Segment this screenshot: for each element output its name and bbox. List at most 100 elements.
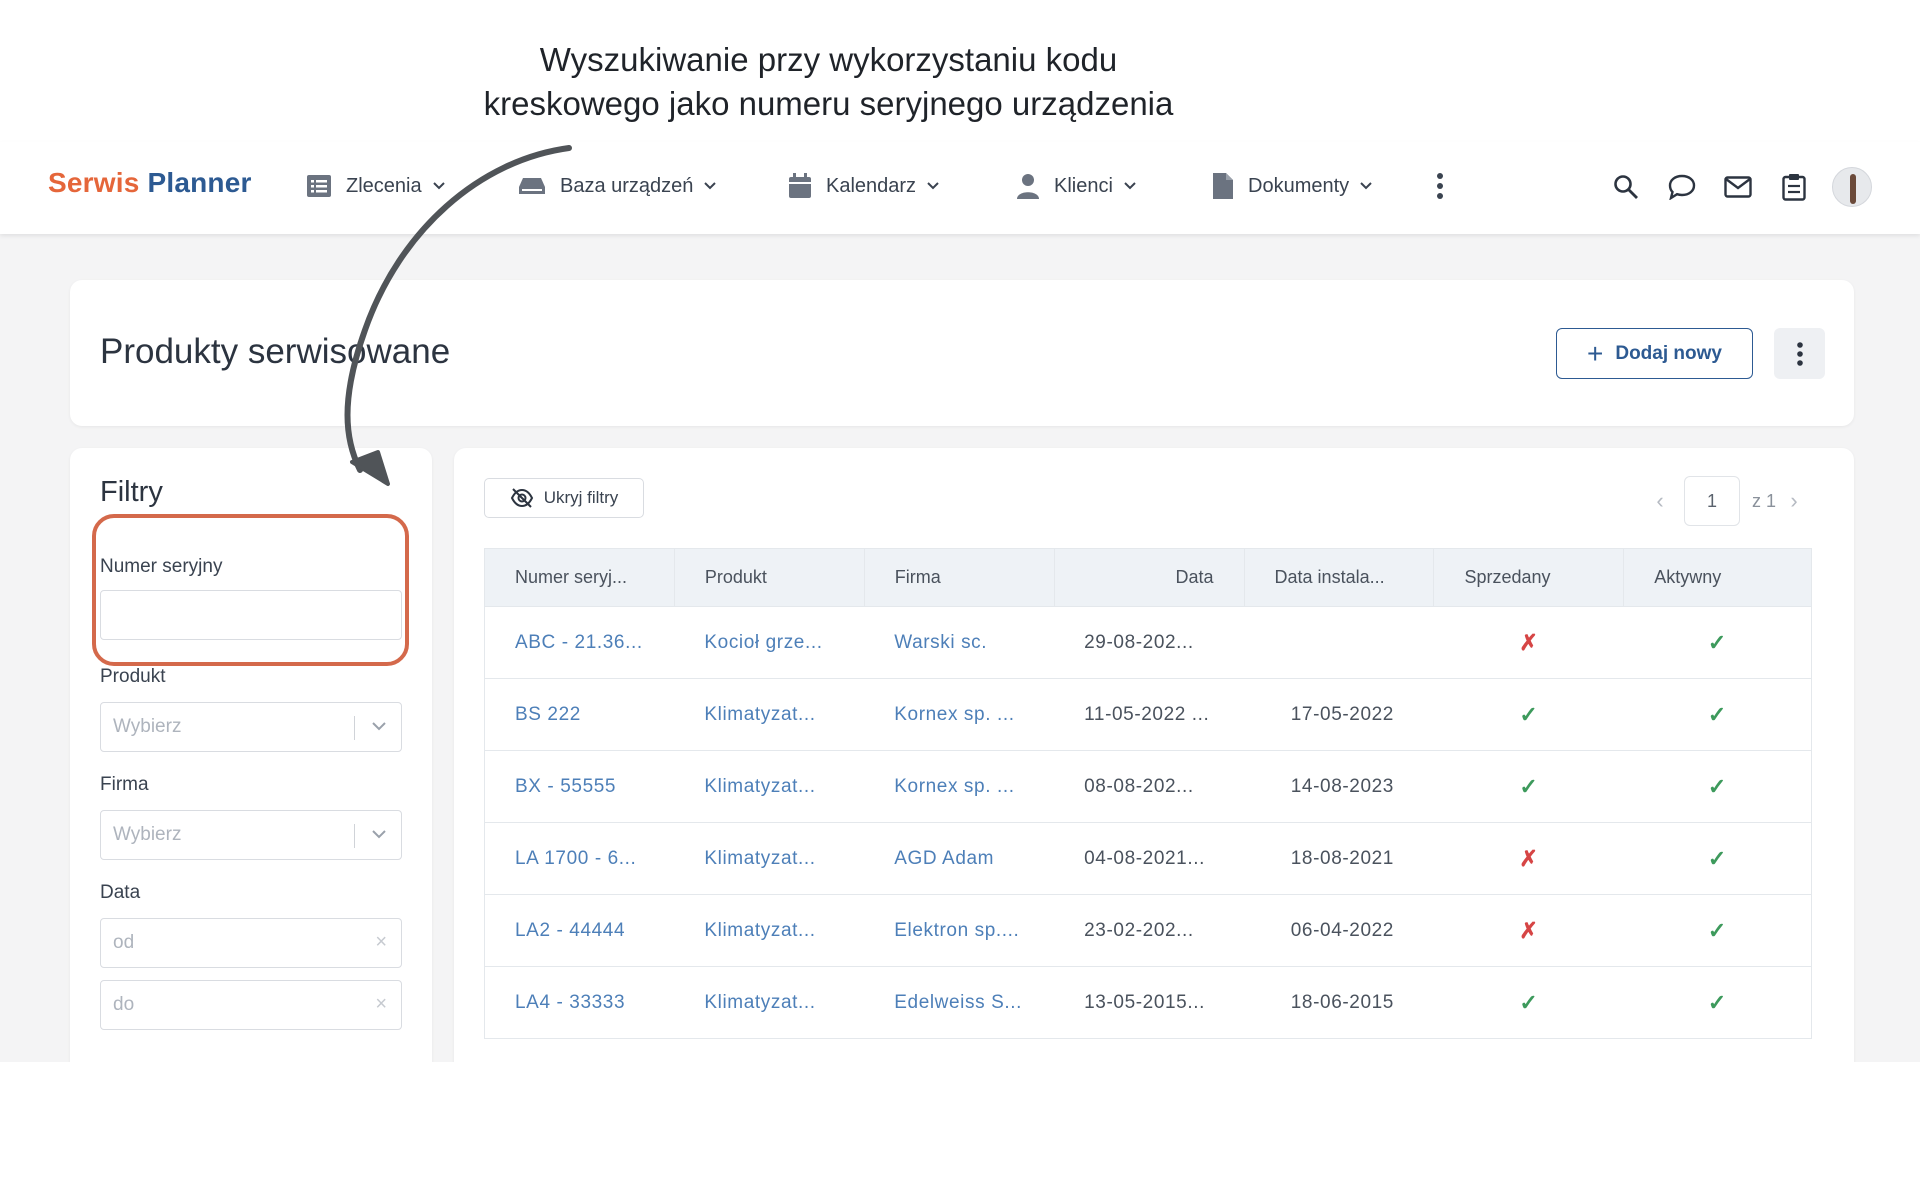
company-select-placeholder: Wybierz: [113, 824, 182, 845]
check-icon: ✓: [1519, 773, 1539, 799]
chevron-down-icon: [1360, 182, 1372, 190]
table-row[interactable]: LA4 - 33333 Klimatyzat... Edelweiss S... 13…: [484, 966, 1812, 1039]
page-count: z 1: [1751, 490, 1776, 511]
cell-serial[interactable]: BS 222: [484, 678, 675, 751]
cell-date: 11-05-2022 ...: [1054, 678, 1245, 751]
cross-icon: ✗: [1519, 917, 1539, 943]
cell-company[interactable]: Kornex sp. ...: [864, 678, 1055, 751]
user-avatar[interactable]: [1832, 167, 1872, 207]
nav-item-label: Dokumenty: [1248, 174, 1350, 197]
nav-more-button[interactable]: [1436, 166, 1444, 206]
document-icon: [1213, 173, 1233, 199]
hide-filters-button[interactable]: Ukryj filtry: [484, 478, 644, 518]
next-page-button[interactable]: ›: [1776, 488, 1812, 514]
cross-icon: ✗: [1519, 629, 1539, 655]
cell-serial[interactable]: ABC - 21.36...: [484, 606, 675, 679]
cell-product[interactable]: Klimatyzat...: [674, 678, 865, 751]
table-row[interactable]: LA2 - 44444 Klimatyzat... Elektron sp.... 2…: [484, 894, 1812, 967]
cell-active: ✓: [1623, 678, 1812, 751]
cell-company[interactable]: Kornex sp. ...: [864, 750, 1055, 823]
table-row[interactable]: LA 1700 - 6... Klimatyzat... AGD Adam 04-08…: [484, 822, 1812, 895]
chat-icon: [1668, 174, 1696, 200]
column-header-company[interactable]: Firma: [863, 548, 1055, 607]
cell-serial[interactable]: LA 1700 - 6...: [484, 822, 675, 895]
product-select[interactable]: Wybierz: [100, 702, 402, 752]
cell-serial[interactable]: BX - 55555: [484, 750, 675, 823]
column-header-product[interactable]: Produkt: [673, 548, 865, 607]
products-table-card: Ukryj filtry ‹ 1 z 1 › Numer seryj... Pr…: [454, 448, 1854, 1062]
page-more-button[interactable]: [1774, 328, 1825, 379]
page-header-card: Produkty serwisowane + Dodaj nowy: [70, 280, 1854, 426]
more-vertical-icon: [1437, 173, 1443, 199]
chevron-down-icon: [927, 182, 939, 190]
cell-company[interactable]: AGD Adam: [864, 822, 1055, 895]
plus-icon: +: [1587, 337, 1604, 369]
cell-install-date: 18-06-2015: [1244, 966, 1434, 1039]
cell-install-date: 17-05-2022: [1244, 678, 1434, 751]
cell-company[interactable]: Edelweiss S...: [864, 966, 1055, 1039]
serial-number-highlight: [92, 514, 409, 666]
cell-product[interactable]: Klimatyzat...: [674, 966, 865, 1039]
column-header-date[interactable]: Data: [1053, 548, 1245, 607]
annotation-caption: Wyszukiwanie przy wykorzystaniu kodu kre…: [0, 38, 1657, 126]
user-icon: [1017, 174, 1039, 199]
cell-sold: ✓: [1433, 678, 1624, 751]
check-icon: ✓: [1707, 629, 1727, 655]
date-to-input[interactable]: do ×: [100, 980, 402, 1030]
cell-serial[interactable]: LA4 - 33333: [484, 966, 675, 1039]
cell-date: 08-08-202...: [1054, 750, 1245, 823]
cell-product[interactable]: Kocioł grze...: [674, 606, 865, 679]
column-header-active[interactable]: Aktywny: [1623, 548, 1812, 607]
clipboard-button[interactable]: [1766, 162, 1822, 212]
nav-item-kalendarz[interactable]: Kalendarz: [788, 166, 940, 206]
column-header-serial[interactable]: Numer seryj...: [484, 548, 675, 607]
calendar-icon: [789, 173, 811, 198]
filters-title: Filtry: [100, 476, 163, 508]
check-icon: ✓: [1707, 701, 1727, 727]
cell-date: 13-05-2015...: [1054, 966, 1245, 1039]
chevron-down-icon: [432, 182, 445, 190]
clear-icon[interactable]: ×: [375, 993, 387, 1016]
mail-button[interactable]: [1710, 162, 1766, 212]
table-row[interactable]: BX - 55555 Klimatyzat... Kornex sp. ... 08-…: [484, 750, 1812, 823]
table-row[interactable]: BS 222 Klimatyzat... Kornex sp. ... 11-05-2…: [484, 678, 1812, 751]
nav-item-baza-urzadzen[interactable]: Baza urządzeń: [518, 166, 717, 206]
column-header-sold[interactable]: Sprzedany: [1433, 548, 1625, 607]
current-page-input[interactable]: 1: [1683, 476, 1740, 526]
cell-product[interactable]: Klimatyzat...: [674, 822, 865, 895]
cross-icon: ✗: [1519, 845, 1539, 871]
check-icon: ✓: [1519, 989, 1539, 1015]
nav-item-klienci[interactable]: Klienci: [1016, 166, 1137, 206]
nav-item-dokumenty[interactable]: Dokumenty: [1212, 166, 1373, 206]
date-from-placeholder: od: [113, 932, 135, 953]
date-from-input[interactable]: od ×: [100, 918, 402, 968]
chat-button[interactable]: [1654, 162, 1710, 212]
add-new-button[interactable]: + Dodaj nowy: [1556, 328, 1753, 379]
date-label: Data: [100, 882, 141, 903]
check-icon: ✓: [1707, 989, 1727, 1015]
cell-active: ✓: [1623, 966, 1812, 1039]
cell-install-date: 18-08-2021: [1244, 822, 1434, 895]
table-row[interactable]: ABC - 21.36... Kocioł grze... Warski sc. 29…: [484, 606, 1812, 679]
mail-icon: [1724, 176, 1752, 198]
app-logo[interactable]: Serwis Planner: [48, 167, 252, 199]
cell-install-date: [1244, 606, 1434, 679]
cell-product[interactable]: Klimatyzat...: [674, 750, 865, 823]
cell-active: ✓: [1623, 606, 1812, 679]
cell-company[interactable]: Elektron sp....: [864, 894, 1055, 967]
prev-page-button[interactable]: ‹: [1642, 488, 1678, 514]
clear-icon[interactable]: ×: [375, 931, 387, 954]
cell-date: 23-02-202...: [1054, 894, 1245, 967]
column-header-install-date[interactable]: Data instala...: [1243, 548, 1435, 607]
date-to-placeholder: do: [113, 994, 135, 1015]
products-table: Numer seryj... Produkt Firma Data Data i…: [484, 548, 1812, 1039]
cell-serial[interactable]: LA2 - 44444: [484, 894, 675, 967]
nav-item-zlecenia[interactable]: Zlecenia: [306, 166, 446, 206]
clipboard-icon: [1782, 174, 1806, 201]
search-button[interactable]: [1598, 162, 1654, 212]
cell-company[interactable]: Warski sc.: [864, 606, 1055, 679]
nav-item-label: Kalendarz: [826, 174, 917, 197]
cell-product[interactable]: Klimatyzat...: [674, 894, 865, 967]
company-select[interactable]: Wybierz: [100, 810, 402, 860]
list-icon: [307, 175, 331, 197]
